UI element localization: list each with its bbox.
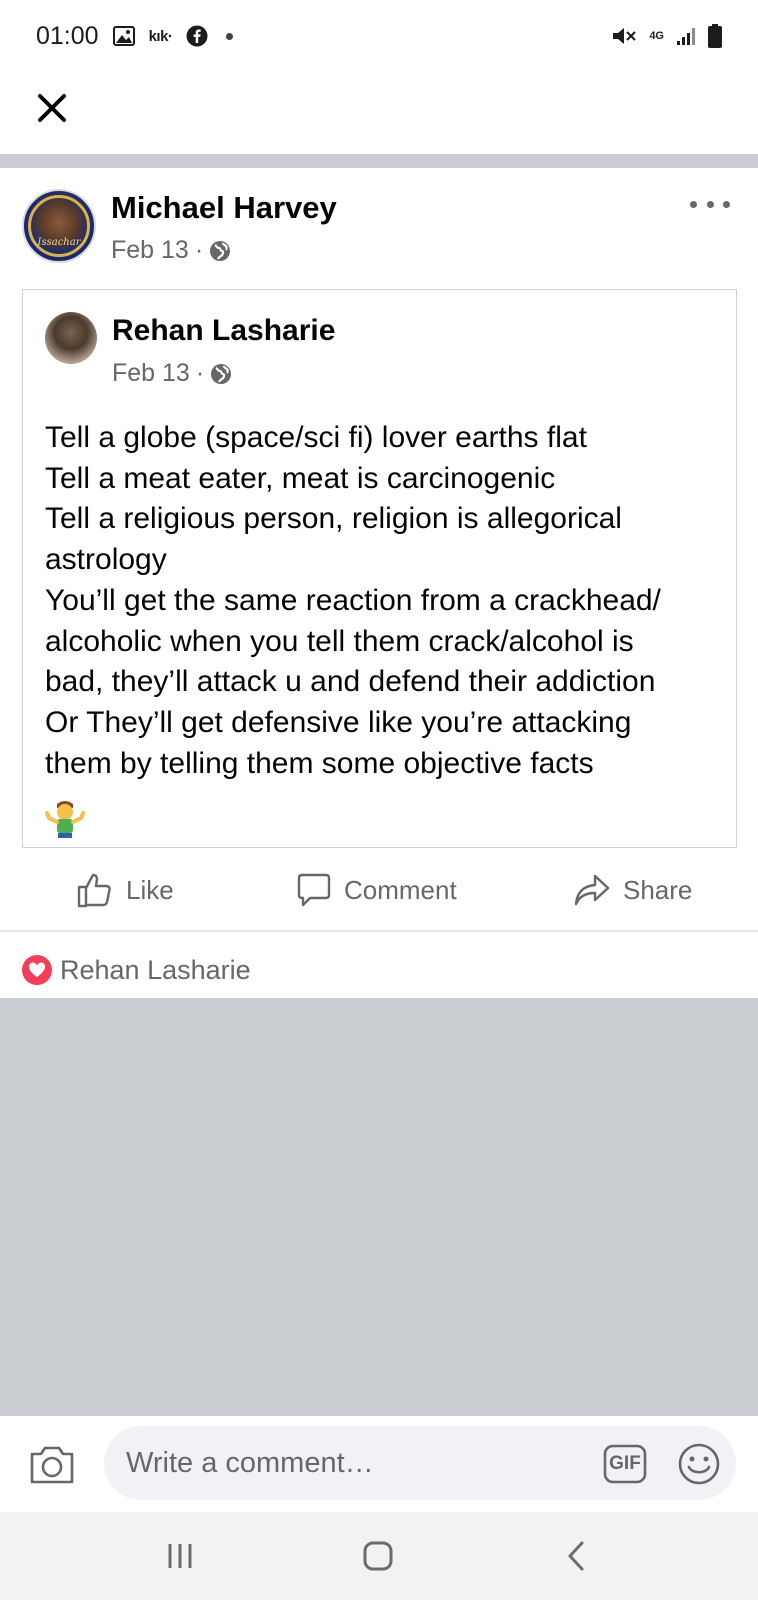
post-meta: Feb 13 · [111,236,231,265]
more-options-icon [690,200,697,208]
notification-dot [226,32,234,40]
more-options-button[interactable] [690,194,730,214]
close-icon [38,94,66,122]
like-button[interactable]: Like [76,868,174,912]
emoji-icon [678,1443,720,1485]
avatar-caption: Issachar [37,237,81,248]
camera-icon [30,1446,74,1484]
camera-button[interactable] [28,1442,76,1486]
signal-icon [676,26,696,46]
vibrate-icon [611,25,637,47]
gif-label: GIF [609,1453,641,1474]
network-label: 4G [649,29,664,42]
section-divider [0,154,758,168]
post-line: bad, they’ll attack u and defend their a… [45,665,656,699]
gallery-icon [112,26,135,46]
like-label: Like [126,874,174,905]
like-icon [77,873,111,908]
kik-icon: kık· [148,27,173,45]
more-dot [706,200,714,208]
meta-separator: · [194,236,204,264]
shared-post-meta: Feb 13 · [112,359,232,388]
comment-button[interactable]: Comment [296,868,457,912]
recents-icon [168,1544,192,1568]
top-header [0,72,758,154]
battery-icon [708,24,722,48]
post-line: Or They’ll get defensive like you’re att… [45,705,632,739]
post-author-name[interactable]: Michael Harvey [111,190,337,226]
back-icon [568,1541,584,1571]
globe-icon [210,240,231,261]
network-4g-icon: 4G [649,29,664,42]
post-action-bar: Like Comment Share [0,850,758,930]
avatar[interactable]: Issachar [22,189,96,263]
emoji-button[interactable] [677,1442,721,1486]
globe-icon [211,363,232,384]
post-line: You’ll get the same reaction from a crac… [45,583,661,617]
shared-avatar[interactable] [45,312,97,364]
post-line: Tell a religious person, religion is all… [45,502,622,536]
meta-separator: · [195,359,205,387]
post-header: Issachar Michael Harvey Feb 13 · [0,168,758,288]
status-bar: 01:00 kık· 4G [0,0,758,72]
person-shrugging-emoji [45,801,85,838]
close-button[interactable] [30,86,74,130]
post-line: astrology [45,543,167,577]
comments-area [0,998,758,1416]
comment-label: Comment [344,874,457,905]
post-line: Tell a globe (space/sci fi) lover earths… [45,421,587,454]
shared-post-date[interactable]: Feb 13 [112,359,190,388]
post-line: them by telling them some objective fact… [45,746,594,780]
shared-author-name[interactable]: Rehan Lasharie [112,314,335,348]
post-date[interactable]: Feb 13 [111,236,189,265]
reactions-names: Rehan Lasharie [60,954,251,985]
home-icon [363,1541,393,1571]
love-reaction-icon [22,955,52,985]
status-time: 01:00 [36,21,99,50]
post-body-text: Tell a globe (space/sci fi) lover earths… [45,418,725,784]
system-nav-bar [0,1512,758,1600]
share-button[interactable]: Share [573,868,692,912]
reactions-summary[interactable]: Rehan Lasharie [22,950,251,990]
comment-composer: GIF [0,1416,758,1512]
recents-button[interactable] [158,1534,202,1578]
share-icon [574,874,610,906]
post-line: alcoholic when you tell them crack/alcoh… [45,624,634,658]
facebook-icon [186,25,208,47]
back-button[interactable] [554,1534,598,1578]
shared-post-card[interactable]: Rehan Lasharie Feb 13 · Tell a globe (sp… [22,289,737,848]
comment-icon [297,873,331,907]
post-line: Tell a meat eater, meat is carcinogenic [45,461,556,495]
action-divider [0,930,758,932]
more-dot [723,200,730,208]
share-label: Share [623,874,693,905]
home-button[interactable] [356,1534,400,1578]
gif-button[interactable]: GIF [603,1444,647,1484]
